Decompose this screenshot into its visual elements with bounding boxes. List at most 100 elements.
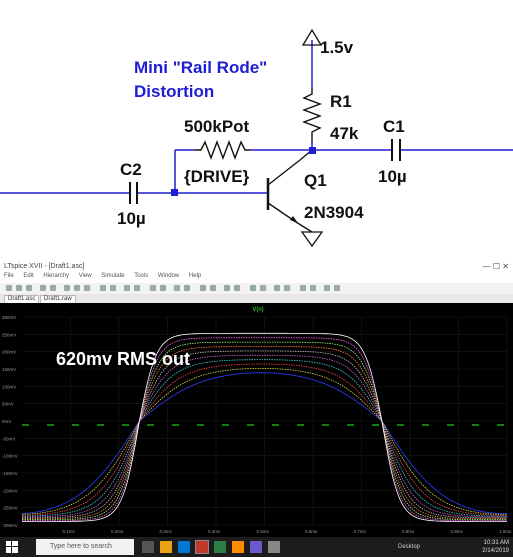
toolbar-button[interactable] [16,285,22,291]
pot-resistor [195,140,250,160]
toolbar-button[interactable] [150,285,156,291]
toolbar-button[interactable] [334,285,340,291]
x-tick-label: 0.5ms [257,529,270,534]
tray-desktop-label[interactable]: Desktop [398,544,420,550]
taskbar-clock[interactable]: 10:31 AM 2/14/2019 [482,539,509,555]
app-icon[interactable] [232,541,244,553]
x-tick-label: 0.3ms [160,529,173,534]
y-tick-label: 200mV [2,350,16,355]
y-tick-label: 300mV [2,315,16,320]
menu-bar: File Edit Hierarchy View Simulate Tools … [0,273,513,283]
y-tick-label: -200mV [2,488,18,493]
schematic-wiring [0,28,513,248]
toolbar-button[interactable] [184,285,190,291]
toolbar-button[interactable] [310,285,316,291]
toolbar-button[interactable] [50,285,56,291]
trace-title: V(n) [252,307,263,313]
toolbar-button[interactable] [300,285,306,291]
junction-dot [171,189,178,196]
toolbar-button[interactable] [64,285,70,291]
clock-time: 10:31 AM [483,540,509,546]
toolbar-button[interactable] [260,285,266,291]
q1-name: Q1 [304,171,327,190]
toolbar-button[interactable] [160,285,166,291]
y-tick-label: 50mV [2,402,14,407]
c1-value: 10µ [378,167,407,186]
menu-tools[interactable]: Tools [134,273,148,279]
toolbar-button[interactable] [84,285,90,291]
r1-name: R1 [330,92,352,111]
ltspice-taskbar-icon[interactable] [195,540,209,554]
ground-symbol [300,231,324,248]
y-tick-label: -250mV [2,506,18,511]
windows-taskbar: Type here to search Desktop 10:31 AM 2/1… [0,537,513,557]
y-tick-label: 100mV [2,384,16,389]
rms-annotation: 620mv RMS out [56,349,191,369]
r1-value: 47k [330,124,359,143]
y-tick-label: -50mV [2,436,15,441]
edge-icon[interactable] [178,541,190,553]
x-tick-label: 0.9ms [451,529,464,534]
app-icon[interactable] [214,541,226,553]
y-tick-label: 250mV [2,332,16,337]
y-tick-label: -150mV [2,471,18,476]
toolbar-button[interactable] [134,285,140,291]
y-tick-label: -100mV [2,454,18,459]
toolbar-button[interactable] [274,285,280,291]
toolbar-button[interactable] [200,285,206,291]
toolbar-button[interactable] [284,285,290,291]
title-line-1: Mini "Rail Rode" [134,58,268,77]
x-tick-label: 0.7ms [354,529,367,534]
taskbar-search-input[interactable]: Type here to search [36,539,134,555]
y-tick-label: -300mV [2,523,18,528]
toolbar-button[interactable] [100,285,106,291]
toolbar-button[interactable] [324,285,330,291]
app-icon[interactable] [250,541,262,553]
c2-name: C2 [120,160,142,179]
menu-file[interactable]: File [4,273,14,279]
menu-help[interactable]: Help [189,273,201,279]
window-controls[interactable]: — ☐ ✕ [483,262,509,271]
toolbar-button[interactable] [250,285,256,291]
menu-hierarchy[interactable]: Hierarchy [43,273,69,279]
c1-name: C1 [383,117,405,136]
ltspice-window: LTspice XVII - [Draft1.asc] — ☐ ✕ File E… [0,262,513,557]
supply-label: 1.5v [320,38,354,57]
menu-edit[interactable]: Edit [23,273,33,279]
junction-dot [309,147,316,154]
r1-resistor [302,88,322,142]
toolbar-button[interactable] [210,285,216,291]
x-tick-label: 0.4ms [208,529,221,534]
q1-model: 2N3904 [304,203,364,222]
title-line-2: Distortion [134,82,215,101]
windows-start-icon[interactable] [6,541,18,553]
toolbar-button[interactable] [110,285,116,291]
schematic-panel[interactable]: Mini "Rail Rode" Distortion 1.5v R1 47k … [0,0,513,262]
x-tick-label: 0.1ms [63,529,76,534]
file-explorer-icon[interactable] [160,541,172,553]
toolbar-button[interactable] [124,285,130,291]
task-view-icon[interactable] [142,541,154,553]
toolbar-button[interactable] [224,285,230,291]
pot-param: {DRIVE} [184,167,250,186]
app-icon[interactable] [268,541,280,553]
pot-name: 500kPot [184,117,250,136]
x-tick-label: 1.0ms [499,529,512,534]
menu-simulate[interactable]: Simulate [101,273,124,279]
toolbar-button[interactable] [174,285,180,291]
waveform-plot: 300mV 250mV 200mV 150mV 100mV 50mV 0mV -50mV -10… [2,307,512,534]
toolbar-button[interactable] [40,285,46,291]
menu-view[interactable]: View [79,273,92,279]
toolbar-button[interactable] [74,285,80,291]
y-tick-label: 0mV [2,419,11,424]
toolbar-button[interactable] [6,285,12,291]
menu-window[interactable]: Window [158,273,179,279]
waveform-viewer[interactable]: 300mV 250mV 200mV 150mV 100mV 50mV 0mV -50mV -10… [0,303,513,537]
x-tick-label: 0.6ms [305,529,318,534]
toolbar-button[interactable] [26,285,32,291]
document-tabs: Draft1.asc Draft1.raw [0,294,513,304]
y-tick-label: 150mV [2,367,16,372]
toolbar-button[interactable] [234,285,240,291]
window-title: LTspice XVII - [Draft1.asc] [4,263,85,270]
c2-value: 10µ [117,209,146,228]
